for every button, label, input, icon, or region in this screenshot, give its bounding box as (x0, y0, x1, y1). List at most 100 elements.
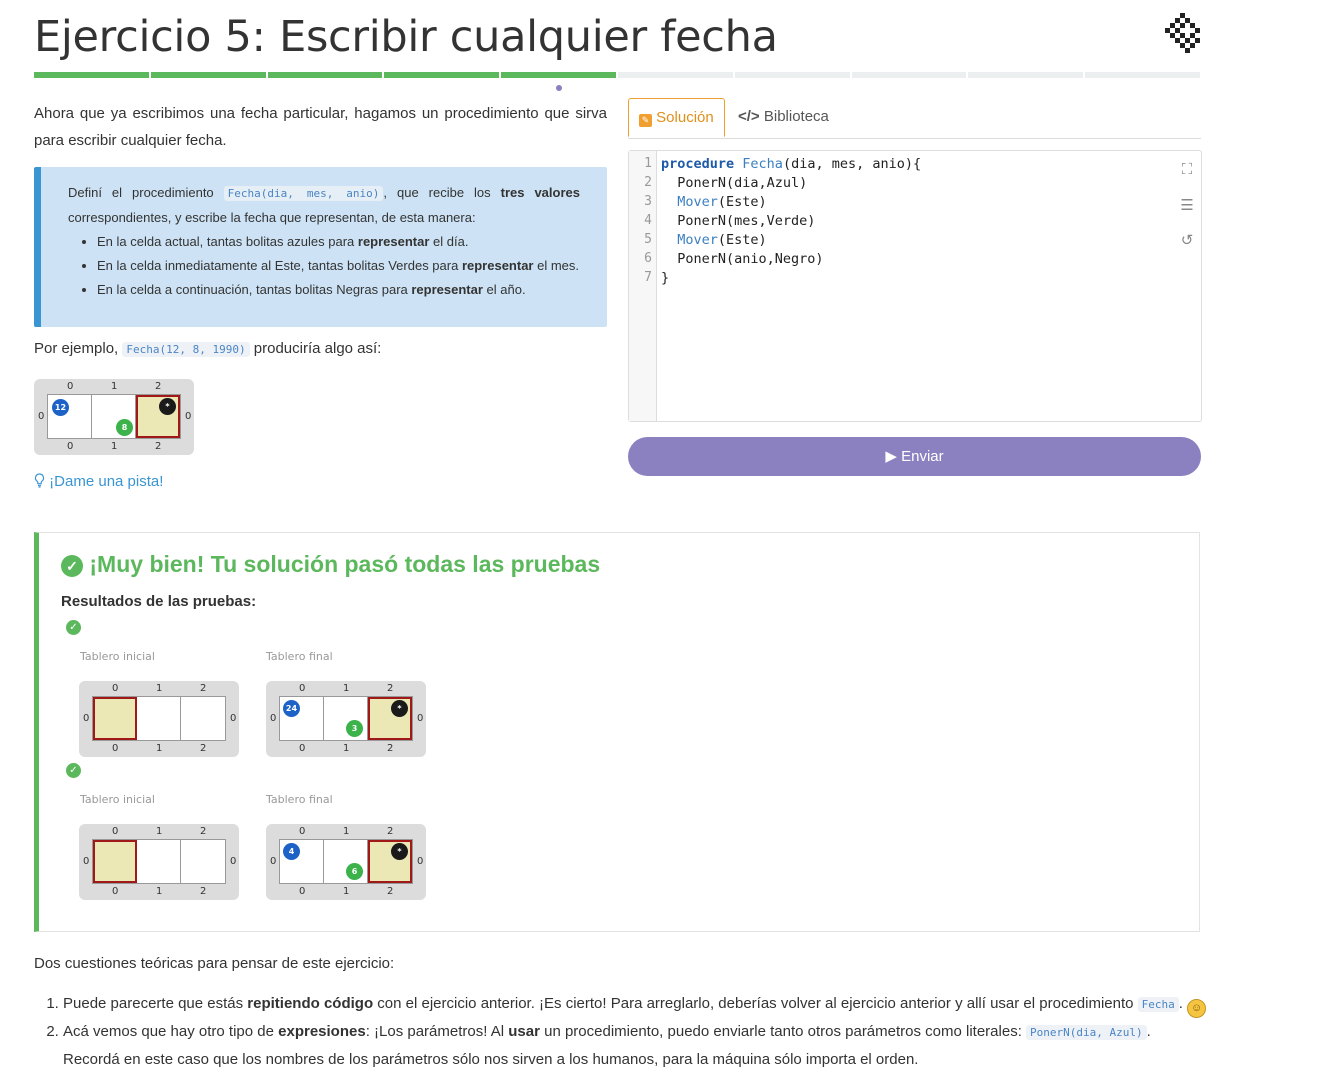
final-board: 0 1 2 0 0 24 3 * 0 1 2 (266, 681, 426, 757)
tab-library[interactable]: </> Biblioteca (728, 98, 839, 135)
column-label: 2 (200, 886, 207, 897)
reset-icon[interactable]: ↺ (1179, 231, 1195, 249)
play-icon: ▶ (885, 448, 897, 465)
list-item: En la celda inmediatamente al Este, tant… (97, 254, 580, 278)
column-label: 2 (155, 441, 162, 452)
tab-solution[interactable]: ✎ Solución (628, 98, 725, 137)
column-label: 2 (155, 381, 162, 392)
code-line[interactable]: procedure Fecha(dia, mes, anio){ (661, 156, 921, 172)
list-item: En la celda actual, tantas bolitas azule… (97, 230, 580, 254)
column-label: 2 (387, 743, 394, 754)
board-cell: 4 (280, 840, 324, 883)
current-step-indicator (556, 85, 562, 91)
column-label: 1 (111, 381, 118, 392)
final-board-label: Tablero final (266, 793, 333, 806)
code-line[interactable]: PonerN(anio,Negro) (661, 251, 823, 267)
black-ball: * (391, 843, 408, 860)
code-editor[interactable]: 1 2 3 4 5 6 7 procedure Fecha(dia, mes, … (628, 150, 1202, 422)
progress-step[interactable] (267, 72, 383, 78)
code-line[interactable]: PonerN(mes,Verde) (661, 213, 815, 229)
check-circle-icon: ✓ (66, 763, 81, 778)
row-label: 0 (270, 713, 277, 724)
list-item: En la celda a continuación, tantas bolit… (97, 278, 580, 302)
column-label: 1 (343, 886, 350, 897)
row-label: 0 (83, 856, 90, 867)
line-gutter: 1 2 3 4 5 6 7 (629, 151, 657, 421)
column-label: 1 (156, 886, 163, 897)
board-cell (137, 697, 181, 740)
theory-intro: Dos cuestiones teóricas para pensar de e… (34, 955, 395, 972)
progress-step[interactable] (1085, 72, 1200, 78)
row-label: 0 (83, 713, 90, 724)
intro-text: Ahora que ya escribimos una fecha partic… (34, 105, 607, 149)
inline-code: PonerN(dia, Azul) (1026, 1025, 1147, 1040)
page-title: Ejercicio 5: Escribir cualquier fecha (34, 12, 778, 62)
column-label: 0 (112, 886, 119, 897)
inline-code: Fecha (1137, 997, 1179, 1012)
line-number: 5 (644, 232, 652, 247)
board-cell: 3 (324, 697, 368, 740)
inline-code: Fecha(dia, mes, anio) (223, 186, 384, 201)
progress-step[interactable] (384, 72, 500, 78)
row-label: 0 (185, 411, 192, 422)
code-line[interactable]: Mover(Este) (661, 232, 766, 248)
row-label: 0 (417, 713, 424, 724)
column-label: 1 (156, 826, 163, 837)
board-cell-current (93, 840, 137, 883)
smile-emoji-icon: ☺ (1187, 999, 1207, 1018)
progress-step[interactable] (734, 72, 850, 78)
callout-text: , que recibe los (383, 185, 491, 200)
code-line[interactable]: PonerN(dia,Azul) (661, 175, 807, 191)
line-number: 2 (644, 175, 652, 190)
example-board: 0 1 2 0 0 12 8 * 0 1 2 (34, 379, 194, 455)
column-label: 1 (343, 743, 350, 754)
theory-list: Puede parecerte que estás repitiendo cód… (34, 990, 1214, 1073)
board-cell: 24 (280, 697, 324, 740)
progress-bar (34, 72, 1200, 80)
submit-button[interactable]: ▶ Enviar (628, 437, 1201, 476)
blue-ball: 12 (52, 399, 69, 416)
hint-label[interactable]: ¡Dame una pista! (49, 473, 163, 490)
progress-step[interactable] (617, 72, 733, 78)
initial-board-label: Tablero inicial (80, 650, 155, 663)
instructions-list: En la celda actual, tantas bolitas azule… (68, 230, 580, 302)
column-label: 2 (200, 743, 207, 754)
progress-step[interactable] (968, 72, 1084, 78)
column-label: 2 (387, 886, 394, 897)
fullscreen-icon[interactable]: ⛶ (1179, 161, 1195, 178)
hint-link[interactable]: ¡Dame una pista! (34, 473, 163, 490)
progress-step[interactable] (150, 72, 266, 78)
code-line[interactable]: } (661, 270, 669, 286)
board-cell: 12 (48, 395, 92, 438)
black-ball: * (391, 700, 408, 717)
line-number: 1 (644, 156, 652, 171)
row-label: 0 (230, 856, 237, 867)
green-ball: 8 (116, 419, 133, 436)
column-label: 1 (343, 683, 350, 694)
board-cell-current: * (136, 395, 180, 438)
progress-step[interactable] (34, 72, 149, 78)
board-cell: 8 (92, 395, 136, 438)
initial-board-label: Tablero inicial (80, 793, 155, 806)
check-circle-icon: ✓ (66, 620, 81, 635)
column-label: 2 (200, 683, 207, 694)
code-line[interactable]: Mover(Este) (661, 194, 766, 210)
green-ball: 6 (346, 863, 363, 880)
final-board: 0 1 2 0 0 4 6 * 0 1 2 (266, 824, 426, 900)
list-item: Puede parecerte que estás repitiendo cód… (63, 990, 1214, 1018)
code-icon: </> (738, 108, 760, 125)
progress-step[interactable] (851, 72, 967, 78)
column-label: 0 (112, 743, 119, 754)
column-label: 0 (299, 826, 306, 837)
progress-step-current[interactable] (501, 72, 616, 78)
column-label: 0 (112, 683, 119, 694)
column-label: 2 (387, 683, 394, 694)
blue-ball: 4 (283, 843, 300, 860)
inline-code: Fecha(12, 8, 1990) (122, 342, 250, 357)
line-number: 7 (644, 270, 652, 285)
column-label: 2 (200, 826, 207, 837)
indent-icon[interactable]: ☰ (1179, 196, 1195, 214)
instructions-callout: Definí el procedimiento Fecha(dia, mes, … (34, 167, 607, 327)
logo-icon[interactable] (1163, 12, 1203, 54)
column-label: 0 (299, 743, 306, 754)
